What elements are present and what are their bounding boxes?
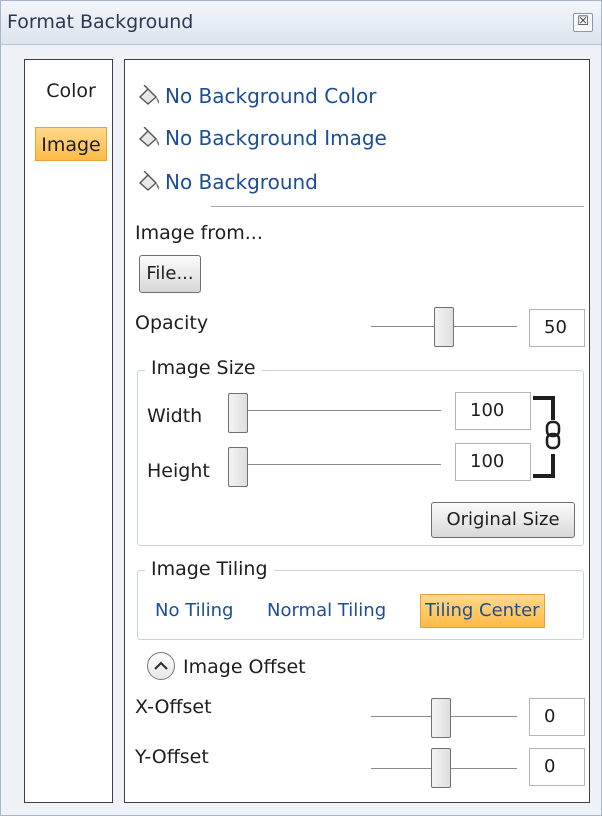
y-offset-label: Y-Offset (135, 746, 209, 768)
width-slider-thumb[interactable] (228, 393, 248, 433)
image-size-legend: Image Size (145, 357, 262, 379)
paint-bucket-icon (138, 127, 160, 147)
tab-image[interactable]: Image (35, 127, 107, 161)
title-bar: Format Background ☒ (1, 1, 601, 45)
chain-link-icon[interactable] (531, 394, 563, 480)
no-background-image-link[interactable]: No Background Image (137, 124, 387, 152)
height-slider-thumb[interactable] (228, 447, 248, 487)
format-background-panel: Format Background ☒ Color Image No Backg… (0, 0, 602, 816)
no-background-color-label: No Background Color (165, 84, 377, 108)
paint-bucket-icon (138, 85, 160, 105)
x-offset-value[interactable]: 0 (529, 698, 585, 736)
separator (211, 206, 584, 207)
height-slider-track (231, 464, 441, 466)
file-button[interactable]: File... (139, 255, 201, 293)
no-background-color-link[interactable]: No Background Color (137, 82, 376, 110)
x-offset-label: X-Offset (135, 696, 212, 718)
original-size-button[interactable]: Original Size (431, 502, 575, 538)
opacity-value[interactable]: 50 (529, 309, 585, 347)
image-tiling-legend: Image Tiling (145, 558, 274, 580)
height-label: Height (147, 460, 210, 482)
image-offset-expander[interactable] (147, 652, 175, 680)
image-settings-pane: No Background Color No Background Image … (124, 59, 590, 803)
x-offset-slider-thumb[interactable] (431, 698, 451, 738)
opacity-slider-thumb[interactable] (434, 307, 454, 347)
width-label: Width (147, 405, 203, 427)
width-slider-track (231, 410, 441, 412)
paint-bucket-icon (138, 171, 160, 191)
chevron-up-icon (154, 661, 168, 670)
tiling-option-normal-tiling[interactable]: Normal Tiling (267, 594, 386, 628)
height-value[interactable]: 100 (455, 443, 531, 481)
tiling-option-no-tiling[interactable]: No Tiling (155, 594, 233, 628)
close-icon[interactable]: ☒ (573, 13, 593, 32)
category-list: Color Image (24, 59, 113, 803)
width-value[interactable]: 100 (455, 392, 531, 430)
no-background-label: No Background (165, 170, 318, 194)
y-offset-value[interactable]: 0 (529, 748, 585, 786)
no-background-link[interactable]: No Background (137, 168, 318, 196)
image-from-label: Image from... (135, 222, 263, 244)
tiling-option-tiling-center[interactable]: Tiling Center (420, 594, 545, 628)
image-offset-label: Image Offset (183, 656, 306, 678)
y-offset-slider-thumb[interactable] (431, 748, 451, 788)
tab-color[interactable]: Color (35, 74, 107, 108)
panel-title: Format Background (7, 11, 194, 33)
no-background-image-label: No Background Image (165, 126, 387, 150)
opacity-label: Opacity (135, 312, 209, 334)
